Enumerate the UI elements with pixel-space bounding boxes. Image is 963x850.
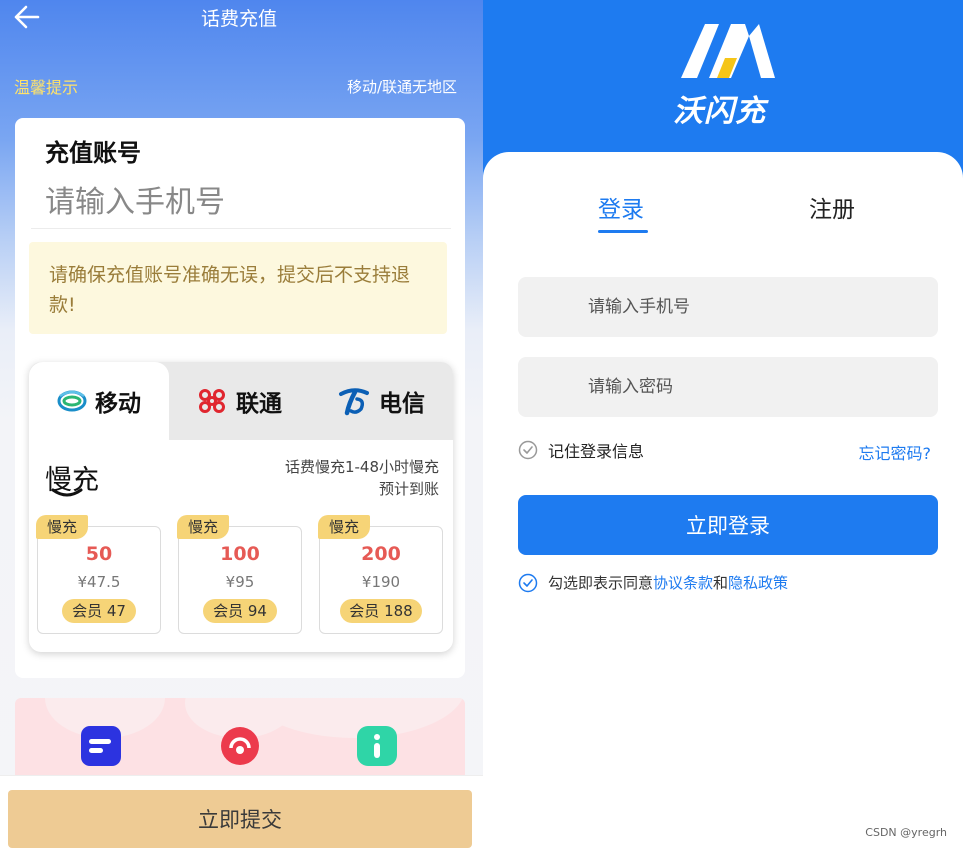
login-password-input[interactable] bbox=[518, 357, 938, 417]
operator-label: 移动 bbox=[95, 391, 141, 417]
china-telecom-icon bbox=[339, 388, 369, 416]
tab-china-telecom[interactable]: 电信 bbox=[309, 362, 453, 440]
remember-label: 记住登录信息 bbox=[548, 442, 645, 461]
phone-input[interactable] bbox=[45, 180, 445, 224]
screenshot-canvas: 话费充值 温馨提示 移动/联通无地区 充值账号 请确保充值账号准确无误，提交后不… bbox=[0, 0, 963, 850]
agree-checkbox-icon[interactable] bbox=[518, 573, 538, 593]
recharge-screen: 话费充值 温馨提示 移动/联通无地区 充值账号 请确保充值账号准确无误，提交后不… bbox=[0, 0, 483, 850]
divider bbox=[31, 228, 451, 229]
account-title: 充值账号 bbox=[45, 139, 141, 167]
package-tag: 慢充 bbox=[36, 515, 88, 539]
tips-marquee: 移动/联通无地区 bbox=[347, 78, 458, 96]
member-price-badge: 会员 188 bbox=[340, 599, 422, 623]
decor-bubble bbox=[245, 698, 465, 738]
package-price: ¥47.5 bbox=[77, 573, 121, 591]
brand-logo-icon bbox=[681, 24, 775, 78]
package-price: ¥95 bbox=[225, 573, 255, 591]
china-mobile-icon bbox=[57, 390, 87, 412]
package-card[interactable]: 慢充 200 ¥190 会员 188 bbox=[318, 515, 443, 634]
operator-panel: 移动 联通 电信 慢充 话费慢充1-48小时慢充 预计到账 慢充 50 ¥47.… bbox=[29, 362, 453, 652]
package-card[interactable]: 慢充 50 ¥47.5 会员 47 bbox=[36, 515, 161, 634]
tips-label: 温馨提示 bbox=[14, 78, 79, 97]
china-unicom-icon bbox=[199, 389, 225, 413]
operator-label: 联通 bbox=[236, 391, 282, 417]
operator-label: 电信 bbox=[379, 391, 425, 417]
package-card[interactable]: 慢充 100 ¥95 会员 94 bbox=[177, 515, 302, 634]
tab-register[interactable]: 注册 bbox=[809, 190, 855, 224]
tab-china-mobile[interactable]: 移动 bbox=[29, 362, 169, 440]
submit-button[interactable]: 立即提交 bbox=[8, 790, 472, 848]
tab-china-unicom[interactable]: 联通 bbox=[169, 362, 309, 440]
page-title: 话费充值 bbox=[200, 8, 277, 30]
check-circle-icon bbox=[518, 440, 538, 460]
login-phone-input[interactable] bbox=[518, 277, 938, 337]
watermark: CSDN @yregrh bbox=[865, 826, 947, 839]
login-button[interactable]: 立即登录 bbox=[518, 495, 938, 555]
package-tag: 慢充 bbox=[177, 515, 229, 539]
member-price-badge: 会员 94 bbox=[203, 599, 277, 623]
package-tag: 慢充 bbox=[318, 515, 370, 539]
smile-logo-icon bbox=[51, 488, 83, 497]
forgot-password-link[interactable]: 忘记密码? bbox=[859, 440, 932, 464]
headset-icon[interactable] bbox=[220, 726, 260, 766]
login-screen: 沃闪充 登录 注册 记住登录信息 忘记密码? 立即登录 勾选即表示同意 协议条款… bbox=[483, 0, 963, 850]
agree-and: 和 bbox=[713, 574, 729, 592]
privacy-link[interactable]: 隐私政策 bbox=[728, 572, 788, 593]
agree-prefix: 勾选即表示同意 bbox=[548, 574, 654, 592]
package-amount: 200 bbox=[361, 543, 401, 565]
package-amount: 100 bbox=[220, 543, 260, 565]
operator-tabs: 移动 联通 电信 bbox=[29, 362, 453, 440]
warning-notice: 请确保充值账号准确无误，提交后不支持退款! bbox=[29, 242, 447, 334]
agreement-row: 勾选即表示同意 协议条款 和 隐私政策 bbox=[518, 572, 788, 593]
package-amount: 50 bbox=[85, 543, 113, 565]
tab-login[interactable]: 登录 bbox=[598, 190, 644, 224]
active-tab-indicator bbox=[598, 230, 648, 233]
brand-logo-text: 沃闪充 bbox=[673, 94, 766, 129]
menu-icon[interactable] bbox=[81, 726, 121, 766]
remember-login-checkbox[interactable]: 记住登录信息 bbox=[518, 438, 644, 462]
bottom-action-bar: 立即提交 bbox=[0, 775, 483, 850]
info-icon[interactable] bbox=[357, 726, 397, 766]
slow-charge-desc: 话费慢充1-48小时慢充 预计到账 bbox=[239, 456, 439, 500]
terms-link[interactable]: 协议条款 bbox=[653, 572, 713, 593]
package-price: ¥190 bbox=[361, 573, 401, 591]
member-price-badge: 会员 47 bbox=[62, 599, 136, 623]
slow-desc-line: 话费慢充1-48小时慢充 bbox=[284, 458, 439, 476]
slow-desc-line: 预计到账 bbox=[378, 480, 439, 498]
recharge-card: 充值账号 请确保充值账号准确无误，提交后不支持退款! 移动 bbox=[15, 118, 465, 678]
